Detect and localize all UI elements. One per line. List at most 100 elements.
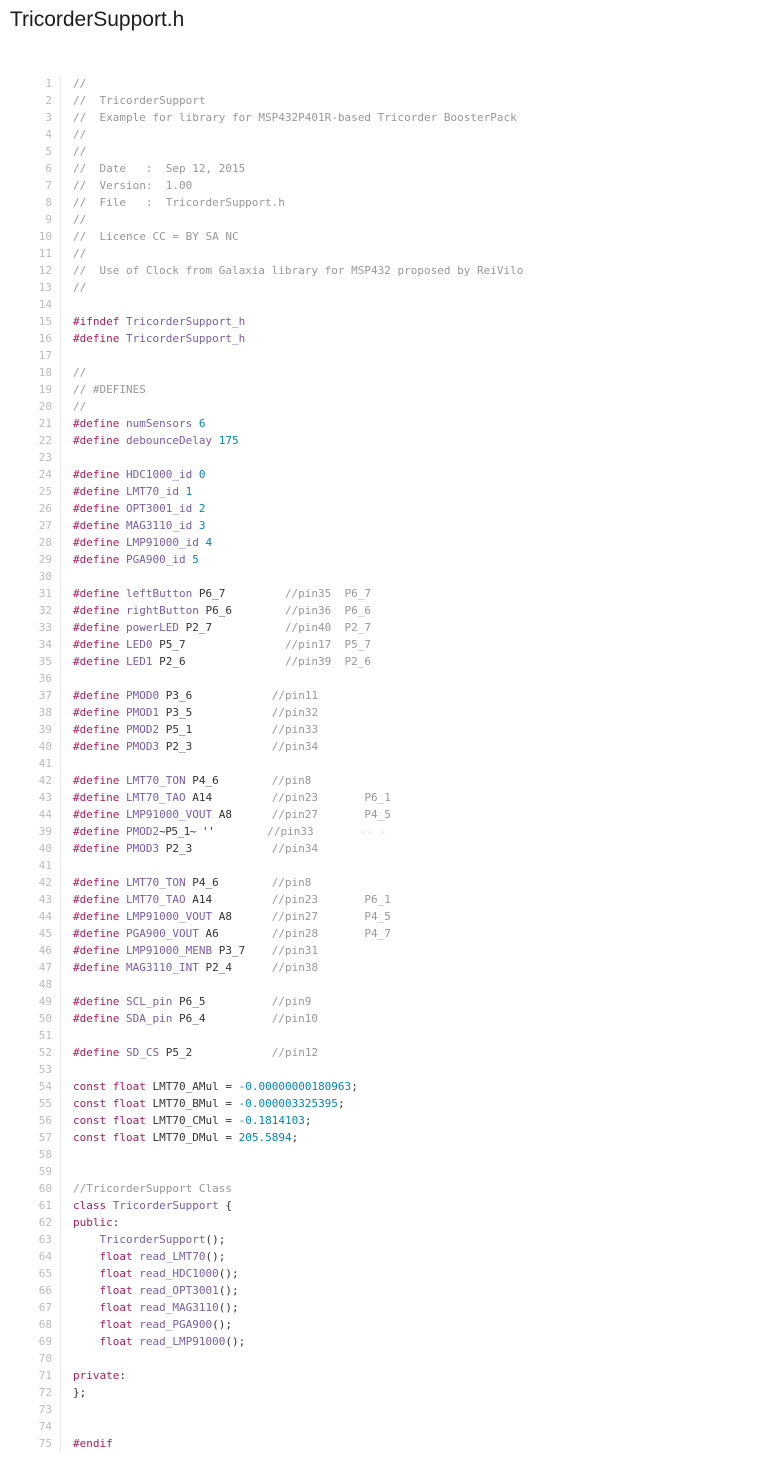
line-number[interactable]: 44 <box>0 908 61 925</box>
line-number[interactable]: 20 <box>0 398 61 415</box>
line-number[interactable]: 55 <box>0 1095 61 1112</box>
code-line: 21#define numSensors 6 <box>0 415 772 432</box>
line-number[interactable]: 40 <box>0 840 61 857</box>
line-number[interactable]: 14 <box>0 296 61 313</box>
line-number[interactable]: 12 <box>0 262 61 279</box>
line-number[interactable]: 66 <box>0 1282 61 1299</box>
line-number[interactable]: 24 <box>0 466 61 483</box>
code-line: 16#define TricorderSupport_h <box>0 330 772 347</box>
line-number[interactable]: 44 <box>0 806 61 823</box>
line-number[interactable]: 57 <box>0 1129 61 1146</box>
line-number[interactable]: 54 <box>0 1078 61 1095</box>
line-number[interactable]: 25 <box>0 483 61 500</box>
line-number[interactable]: 21 <box>0 415 61 432</box>
line-number[interactable]: 27 <box>0 517 61 534</box>
line-number[interactable]: 43 <box>0 891 61 908</box>
line-number[interactable]: 11 <box>0 245 61 262</box>
line-number[interactable]: 1 <box>0 75 61 92</box>
code-text: float read_HDC1000(); <box>61 1265 239 1282</box>
code-line: 31#define leftButton P6_7 //pin35 P6_7 <box>0 585 772 602</box>
line-number[interactable]: 46 <box>0 942 61 959</box>
line-number[interactable]: 18 <box>0 364 61 381</box>
code-line: 71private: <box>0 1367 772 1384</box>
code-line: 23 <box>0 449 772 466</box>
line-number[interactable]: 74 <box>0 1418 61 1435</box>
line-number[interactable]: 7 <box>0 177 61 194</box>
code-line: 57const float LMT70_DMul = 205.5894; <box>0 1129 772 1146</box>
line-number[interactable]: 5 <box>0 143 61 160</box>
code-text: #define TricorderSupport_h <box>61 330 245 347</box>
line-number[interactable]: 15 <box>0 313 61 330</box>
line-number[interactable]: 49 <box>0 993 61 1010</box>
line-number[interactable]: 22 <box>0 432 61 449</box>
code-line: 73 <box>0 1401 772 1418</box>
code-line: 68 float read_PGA900(); <box>0 1316 772 1333</box>
line-number[interactable]: 26 <box>0 500 61 517</box>
line-number[interactable]: 39 <box>0 721 61 738</box>
line-number[interactable]: 42 <box>0 772 61 789</box>
code-line: 32#define rightButton P6_6 //pin36 P6_6 <box>0 602 772 619</box>
line-number[interactable]: 30 <box>0 568 61 585</box>
line-number[interactable]: 29 <box>0 551 61 568</box>
line-number[interactable]: 16 <box>0 330 61 347</box>
line-number[interactable]: 28 <box>0 534 61 551</box>
code-line: 60//TricorderSupport Class <box>0 1180 772 1197</box>
line-number[interactable]: 8 <box>0 194 61 211</box>
line-number[interactable]: 41 <box>0 857 61 874</box>
line-number[interactable]: 52 <box>0 1044 61 1061</box>
line-number[interactable]: 65 <box>0 1265 61 1282</box>
code-text: // Version: 1.00 <box>61 177 192 194</box>
line-number[interactable]: 59 <box>0 1163 61 1180</box>
line-number[interactable]: 37 <box>0 687 61 704</box>
line-number[interactable]: 53 <box>0 1061 61 1078</box>
line-number[interactable]: 33 <box>0 619 61 636</box>
line-number[interactable]: 4 <box>0 126 61 143</box>
line-number[interactable]: 42 <box>0 874 61 891</box>
line-number[interactable]: 17 <box>0 347 61 364</box>
line-number[interactable]: 63 <box>0 1231 61 1248</box>
line-number[interactable]: 39 <box>0 823 61 840</box>
line-number[interactable]: 73 <box>0 1401 61 1418</box>
line-number[interactable]: 45 <box>0 925 61 942</box>
line-number[interactable]: 67 <box>0 1299 61 1316</box>
line-number[interactable]: 9 <box>0 211 61 228</box>
line-number[interactable]: 2 <box>0 92 61 109</box>
line-number[interactable]: 3 <box>0 109 61 126</box>
line-number[interactable]: 50 <box>0 1010 61 1027</box>
line-number[interactable]: 10 <box>0 228 61 245</box>
line-number[interactable]: 60 <box>0 1180 61 1197</box>
line-number[interactable]: 72 <box>0 1384 61 1401</box>
code-line: 52#define SD_CS P5_2 //pin12 <box>0 1044 772 1061</box>
code-text <box>61 1163 73 1180</box>
line-number[interactable]: 75 <box>0 1435 61 1452</box>
line-number[interactable]: 56 <box>0 1112 61 1129</box>
line-number[interactable]: 31 <box>0 585 61 602</box>
line-number[interactable]: 62 <box>0 1214 61 1231</box>
line-number[interactable]: 70 <box>0 1350 61 1367</box>
line-number[interactable]: 35 <box>0 653 61 670</box>
code-line: 58 <box>0 1146 772 1163</box>
line-number[interactable]: 64 <box>0 1248 61 1265</box>
line-number[interactable]: 47 <box>0 959 61 976</box>
code-line: 8// File : TricorderSupport.h <box>0 194 772 211</box>
line-number[interactable]: 48 <box>0 976 61 993</box>
line-number[interactable]: 71 <box>0 1367 61 1384</box>
line-number[interactable]: 36 <box>0 670 61 687</box>
code-line: 36 <box>0 670 772 687</box>
line-number[interactable]: 34 <box>0 636 61 653</box>
line-number[interactable]: 40 <box>0 738 61 755</box>
line-number[interactable]: 58 <box>0 1146 61 1163</box>
line-number[interactable]: 6 <box>0 160 61 177</box>
line-number[interactable]: 19 <box>0 381 61 398</box>
line-number[interactable]: 43 <box>0 789 61 806</box>
line-number[interactable]: 68 <box>0 1316 61 1333</box>
line-number[interactable]: 13 <box>0 279 61 296</box>
line-number[interactable]: 51 <box>0 1027 61 1044</box>
line-number[interactable]: 23 <box>0 449 61 466</box>
line-number[interactable]: 41 <box>0 755 61 772</box>
line-number[interactable]: 38 <box>0 704 61 721</box>
line-number[interactable]: 61 <box>0 1197 61 1214</box>
code-text <box>61 755 73 772</box>
line-number[interactable]: 32 <box>0 602 61 619</box>
line-number[interactable]: 69 <box>0 1333 61 1350</box>
